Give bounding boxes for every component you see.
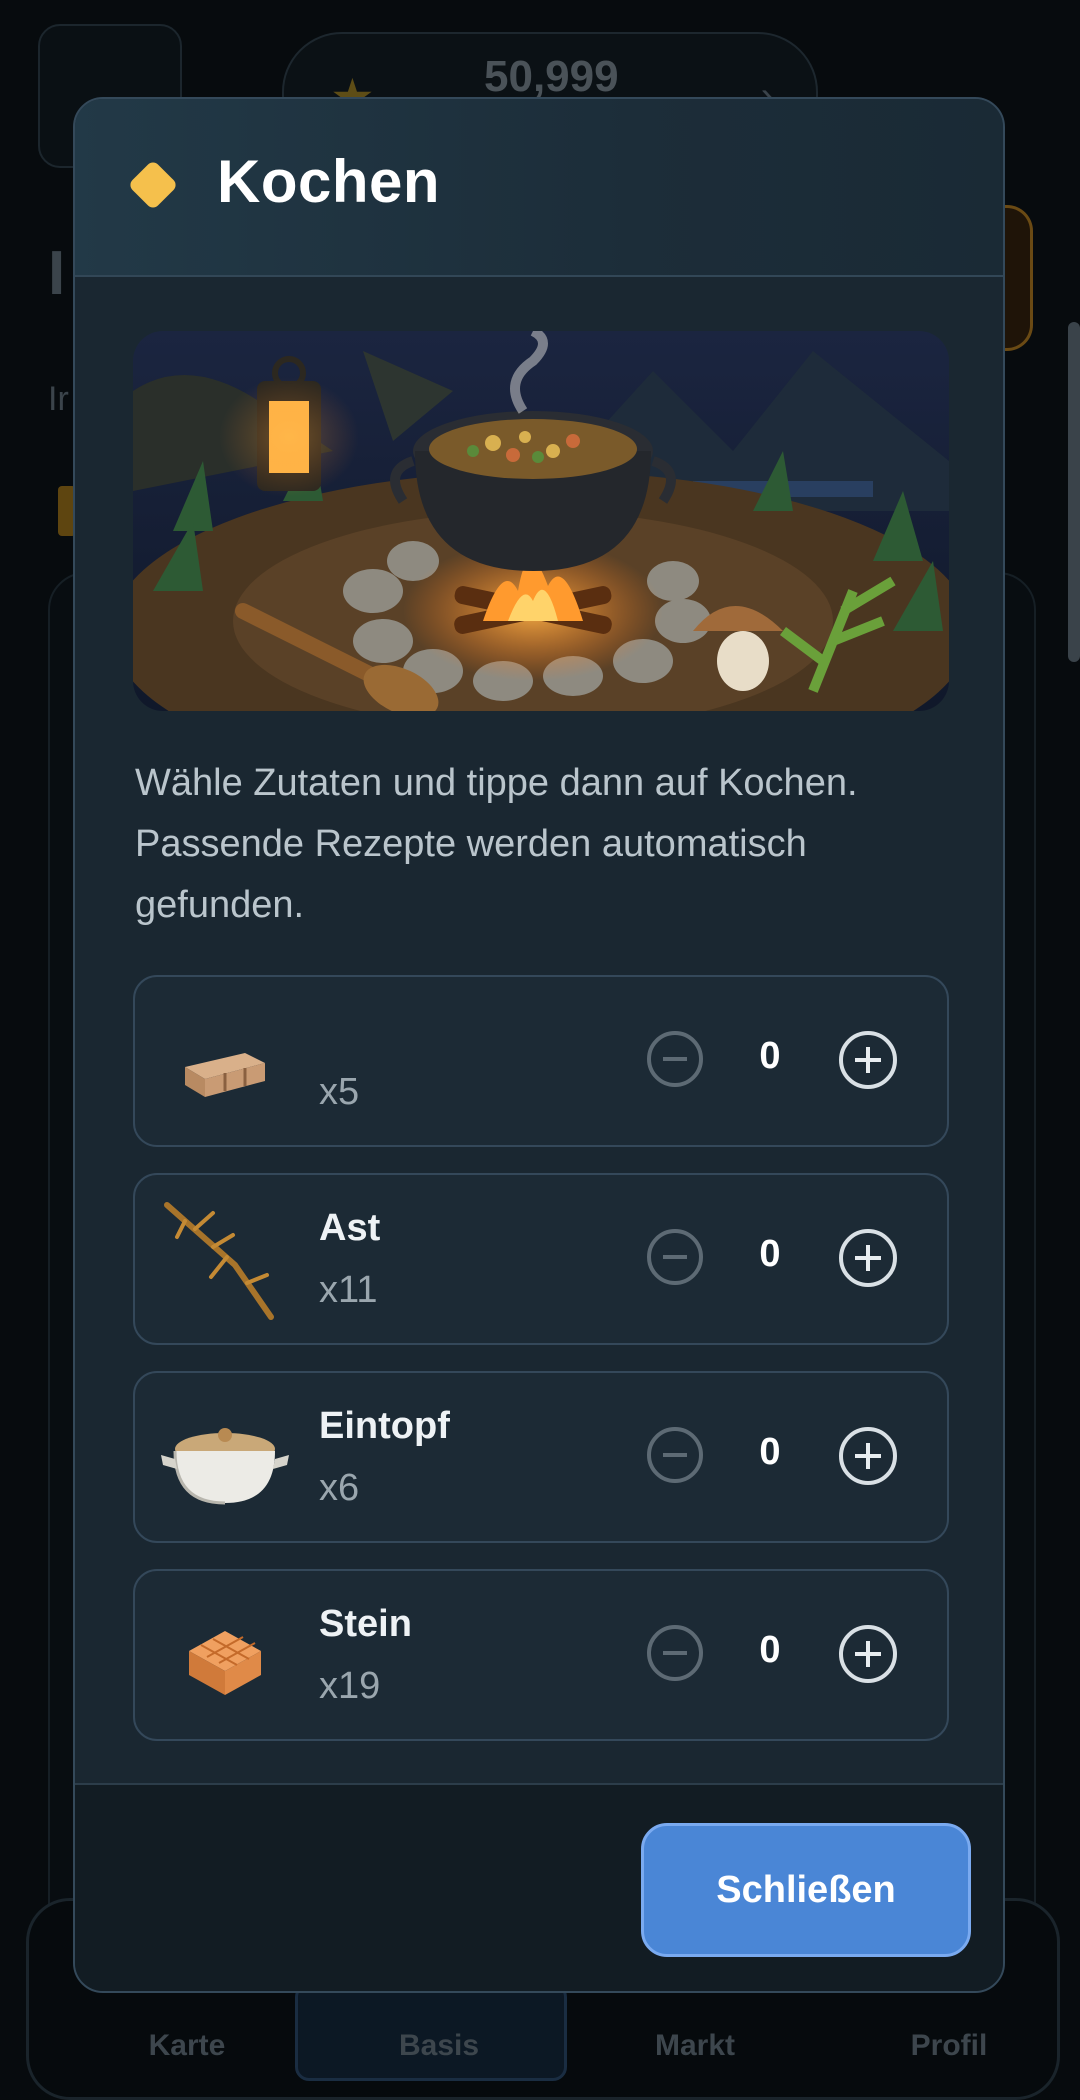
increment-button[interactable] <box>839 1031 897 1089</box>
page-heading-fragment: I <box>48 239 66 308</box>
ingredient-name: Eintopf <box>319 1405 450 1447</box>
cooking-dialog: Kochen Wähle Zutaten und tippe dann auf … <box>73 97 1005 1993</box>
coin-value: 50,999 <box>484 52 619 101</box>
scrollbar <box>1068 322 1080 662</box>
branch-icon <box>155 1195 295 1323</box>
close-button[interactable]: Schließen <box>641 1823 971 1957</box>
selected-count: 0 <box>759 1035 781 1077</box>
decrement-button[interactable] <box>647 1427 703 1483</box>
selected-count: 0 <box>759 1629 781 1671</box>
pot-icon <box>155 1393 295 1521</box>
ingredient-name: Ast <box>319 1207 381 1249</box>
ingredient-qty: x19 <box>319 1665 381 1707</box>
planks-icon <box>155 997 295 1125</box>
nav-item-markt: Markt <box>654 2029 736 2062</box>
selected-count: 0 <box>759 1431 781 1473</box>
ingredient-row: x5 0 <box>133 975 949 1147</box>
nav-item-basis: Basis <box>398 2029 480 2062</box>
increment-button[interactable] <box>839 1625 897 1683</box>
cooking-hero-image <box>133 331 949 711</box>
decrement-button[interactable] <box>647 1031 703 1087</box>
increment-button[interactable] <box>839 1427 897 1485</box>
decrement-button[interactable] <box>647 1625 703 1681</box>
selected-count: 0 <box>759 1233 781 1275</box>
ingredient-qty: x5 <box>319 1071 360 1113</box>
ingredient-row: Eintopf x6 0 <box>133 1371 949 1543</box>
ingredient-row: Ast x11 0 <box>133 1173 949 1345</box>
ingredient-row: Stein x19 0 <box>133 1569 949 1741</box>
nav-item-profil: Profil <box>910 2029 988 2062</box>
diamond-icon <box>127 159 179 211</box>
decrement-button[interactable] <box>647 1229 703 1285</box>
dialog-title: Kochen <box>217 148 441 215</box>
stone-icon <box>155 1591 295 1719</box>
ingredient-name: Stein <box>319 1603 412 1645</box>
dialog-header: Kochen <box>75 99 1003 277</box>
nav-item-karte: Karte <box>148 2029 226 2062</box>
ingredient-qty: x11 <box>319 1269 378 1311</box>
ingredient-qty: x6 <box>319 1467 360 1509</box>
page-subheading-fragment: Ir <box>48 380 69 418</box>
dialog-description: Wähle Zutaten und tippe dann auf Kochen.… <box>135 762 858 926</box>
increment-button[interactable] <box>839 1229 897 1287</box>
